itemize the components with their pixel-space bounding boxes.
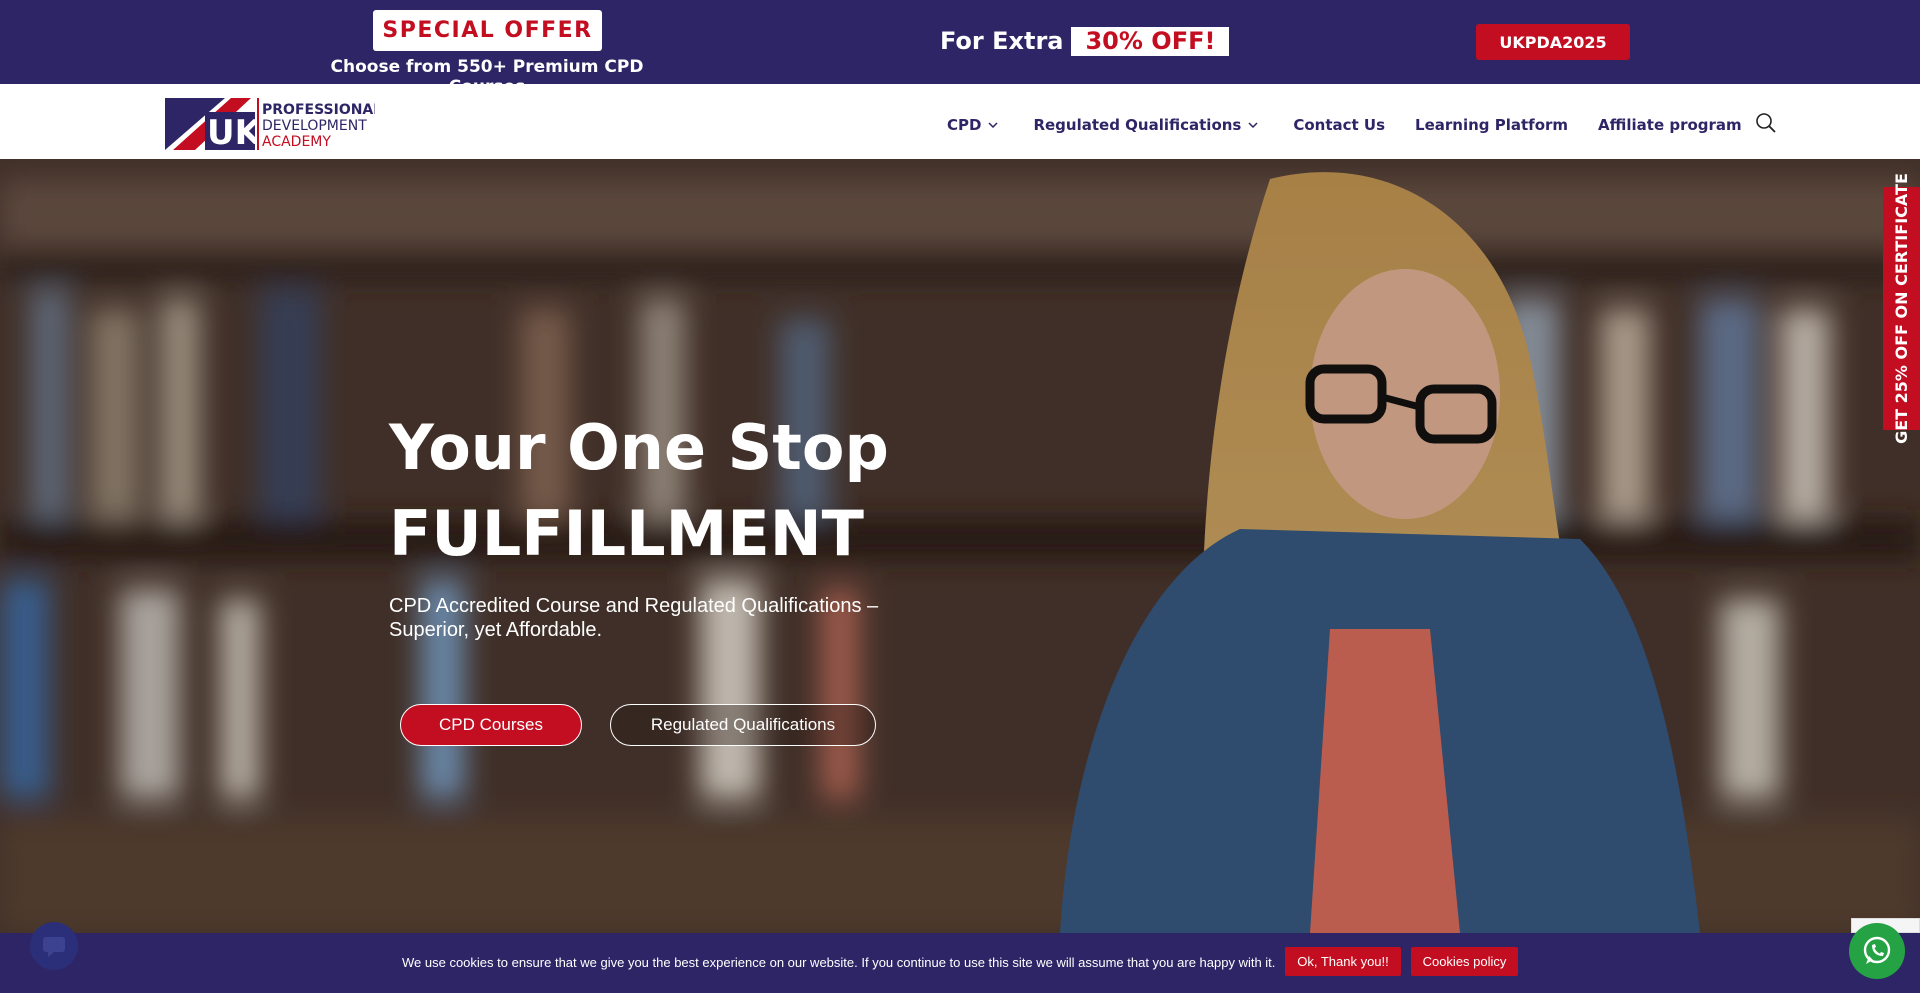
site-logo[interactable]: UK PROFESSIONAL DEVELOPMENT ACADEMY [165, 94, 382, 153]
nav-item-contact-us[interactable]: Contact Us [1293, 116, 1385, 134]
nav-item-regulated-qualifications[interactable]: Regulated Qualifications [1033, 116, 1259, 134]
regulated-qualifications-button[interactable]: Regulated Qualifications [610, 704, 876, 746]
nav-item-label: Contact Us [1293, 116, 1386, 134]
hero-background-image [0, 159, 1920, 933]
logo-mark: UK [207, 113, 263, 150]
chevron-down-icon [988, 122, 998, 129]
nav-item-cpd[interactable]: CPD [947, 116, 999, 134]
extra-discount-label: For Extra [940, 27, 1064, 55]
nav-item-label: Affiliate program [1598, 116, 1742, 134]
coupon-code-button[interactable]: UKPDA2025 [1476, 24, 1630, 60]
hero-subtitle: CPD Accredited Course and Regulated Qual… [389, 595, 879, 641]
hero-section: Your One Stop FULFILLMENT CPD Accredited… [0, 159, 1920, 933]
nav-item-learning-platform[interactable]: Learning Platform [1415, 116, 1568, 134]
hero-title: Your One Stop FULFILLMENT [389, 405, 889, 577]
main-nav: CPD Regulated Qualifications Contact Us … [947, 115, 1742, 135]
nav-item-label: Regulated Qualifications [1033, 116, 1242, 134]
logo-line2: DEVELOPMENT [262, 118, 367, 134]
cookie-accept-button[interactable]: Ok, Thank you!! [1285, 947, 1401, 976]
promo-banner: SPECIAL OFFER Choose from 550+ Premium C… [0, 0, 1920, 97]
cpd-courses-button[interactable]: CPD Courses [400, 704, 582, 746]
extra-discount-percent: 30% OFF! [1071, 26, 1230, 56]
whatsapp-icon[interactable] [1849, 923, 1905, 979]
certificate-discount-tab[interactable]: GET 25% OFF ON CERTIFICATE [1883, 173, 1920, 444]
chevron-down-icon [1248, 122, 1258, 129]
cookie-policy-button[interactable]: Cookies policy [1411, 947, 1518, 976]
hero-title-line2: FULFILLMENT [389, 497, 864, 570]
hero-title-line1: Your One Stop [389, 411, 889, 484]
cookie-banner: We use cookies to ensure that we give yo… [0, 933, 1920, 993]
site-header: UK PROFESSIONAL DEVELOPMENT ACADEMY CPD … [0, 84, 1920, 159]
logo-line3: ACADEMY [262, 134, 331, 150]
nav-item-affiliate-program[interactable]: Affiliate program [1598, 116, 1742, 134]
nav-item-label: Learning Platform [1415, 116, 1569, 134]
chat-icon[interactable] [30, 922, 78, 970]
cookie-message: We use cookies to ensure that we give yo… [402, 955, 1276, 970]
extra-discount: For Extra 30% OFF! [940, 26, 1230, 56]
nav-item-label: CPD [947, 116, 982, 134]
logo-line1: PROFESSIONAL [262, 102, 375, 118]
search-icon[interactable] [1755, 112, 1777, 134]
special-offer-badge: SPECIAL OFFER [373, 10, 602, 51]
certificate-discount-label: GET 25% OFF ON CERTIFICATE [1892, 173, 1912, 444]
